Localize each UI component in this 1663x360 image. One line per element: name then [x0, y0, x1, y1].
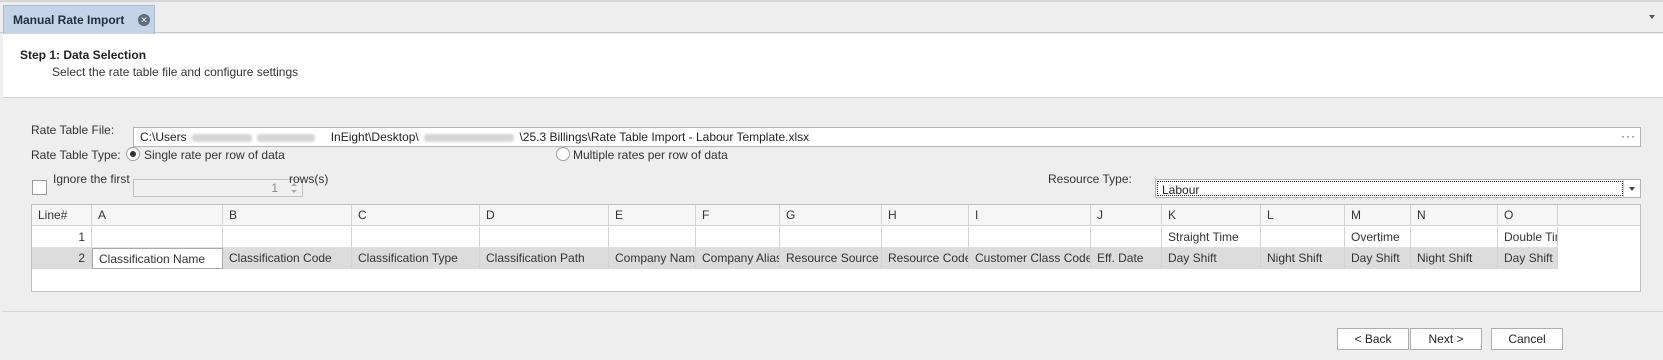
grid-cell[interactable]: Classification Type: [352, 248, 480, 269]
column-header[interactable]: K: [1162, 205, 1261, 226]
wizard-header: Step 1: Data Selection Select the rate t…: [3, 34, 1663, 98]
table-row[interactable]: 2 Classification Name Classification Code C…: [32, 248, 1558, 269]
grid-cell[interactable]: Night Shift: [1261, 248, 1345, 269]
grid-cell[interactable]: [969, 227, 1091, 248]
ignore-rows-stepper[interactable]: 1: [133, 179, 303, 197]
footer-divider: [3, 311, 1663, 312]
file-path-middle: InEight\Desktop\: [330, 130, 419, 144]
grid-cell[interactable]: Customer Class Code: [969, 248, 1091, 269]
tab-manual-rate-import[interactable]: Manual Rate Import ✕: [3, 5, 155, 34]
grid-cell[interactable]: Resource Source: [780, 248, 882, 269]
ignore-rows-value: 1: [271, 181, 278, 195]
column-header[interactable]: G: [780, 205, 882, 226]
column-header[interactable]: O: [1498, 205, 1558, 226]
line-number-cell[interactable]: 1: [32, 227, 92, 248]
column-header[interactable]: I: [969, 205, 1091, 226]
column-header[interactable]: F: [696, 205, 780, 226]
column-header[interactable]: A: [92, 205, 223, 226]
chevron-down-icon[interactable]: [1623, 180, 1640, 197]
cancel-button[interactable]: Cancel: [1491, 328, 1563, 350]
radio-single-rate[interactable]: [126, 147, 140, 161]
grid-cell[interactable]: Day Shift: [1498, 248, 1558, 269]
file-path-suffix: \25.3 Billings\Rate Table Import - Labou…: [519, 130, 810, 144]
grid-cell[interactable]: Classification Name: [92, 248, 223, 269]
ignore-first-checkbox[interactable]: [32, 180, 47, 195]
column-header[interactable]: L: [1261, 205, 1345, 226]
grid-cell[interactable]: [1091, 227, 1162, 248]
line-number-cell[interactable]: 2: [32, 248, 92, 269]
grid-cell[interactable]: [92, 227, 223, 248]
column-header[interactable]: D: [480, 205, 609, 226]
grid-cell[interactable]: Overtime: [1345, 227, 1411, 248]
back-button[interactable]: < Back: [1337, 328, 1409, 350]
grid-cell[interactable]: Classification Code: [223, 248, 352, 269]
grid-cell[interactable]: Company Name: [609, 248, 696, 269]
grid-cell[interactable]: Day Shift: [1345, 248, 1411, 269]
rate-table-file-input[interactable]: C:\Users InEight\Desktop\ \25.3 Billings…: [133, 127, 1641, 147]
radio-multiple-rates[interactable]: [556, 147, 570, 161]
file-path-prefix: C:\Users: [140, 130, 187, 144]
chevron-down-icon[interactable]: [1649, 15, 1655, 19]
browse-icon[interactable]: ···: [1621, 129, 1636, 143]
tab-label: Manual Rate Import: [13, 13, 125, 27]
data-preview-grid[interactable]: Line# A B C D E F G H I J K L M N O 1 Straight Time Overt…: [31, 204, 1641, 292]
radio-single-rate-label[interactable]: Single rate per row of data: [144, 148, 285, 162]
redacted-folder-2: [424, 133, 515, 142]
grid-cell[interactable]: [882, 227, 969, 248]
column-header[interactable]: B: [223, 205, 352, 226]
document-tab-strip: Manual Rate Import ✕: [0, 2, 1663, 34]
grid-cell[interactable]: [223, 227, 352, 248]
ignore-first-label: Ignore the first: [53, 172, 130, 186]
rows-label: rows(s): [289, 172, 329, 186]
grid-cell[interactable]: [1261, 227, 1345, 248]
grid-cell[interactable]: Resource Code: [882, 248, 969, 269]
grid-cell[interactable]: [352, 227, 480, 248]
resource-type-label: Resource Type:: [1048, 172, 1132, 186]
column-header[interactable]: J: [1091, 205, 1162, 226]
column-header[interactable]: E: [609, 205, 696, 226]
step-subtitle: Select the rate table file and configure…: [52, 65, 299, 79]
column-header-line-number[interactable]: Line#: [32, 205, 92, 226]
step-title: Step 1: Data Selection: [20, 48, 147, 62]
grid-cell[interactable]: Straight Time: [1162, 227, 1261, 248]
grid-cell[interactable]: Classification Path: [480, 248, 609, 269]
grid-cell[interactable]: Company Alias: [696, 248, 780, 269]
resource-type-select[interactable]: Labour: [1155, 179, 1641, 198]
grid-cell[interactable]: Eff. Date: [1091, 248, 1162, 269]
redacted-folder: [257, 133, 316, 142]
rate-table-file-label: Rate Table File:: [31, 123, 115, 137]
column-header[interactable]: C: [352, 205, 480, 226]
grid-cell[interactable]: Day Shift: [1162, 248, 1261, 269]
grid-cell[interactable]: [780, 227, 882, 248]
grid-header-row: Line# A B C D E F G H I J K L M N O: [32, 205, 1640, 226]
column-header[interactable]: H: [882, 205, 969, 226]
resource-type-value: Labour: [1157, 181, 1623, 197]
column-header[interactable]: M: [1345, 205, 1411, 226]
close-icon[interactable]: ✕: [138, 14, 150, 26]
redacted-username: [192, 133, 253, 142]
grid-cell[interactable]: [1411, 227, 1498, 248]
radio-multiple-rates-label[interactable]: Multiple rates per row of data: [573, 148, 728, 162]
grid-cell[interactable]: Night Shift: [1411, 248, 1498, 269]
column-header[interactable]: N: [1411, 205, 1498, 226]
next-button[interactable]: Next >: [1410, 328, 1482, 350]
spin-down-icon[interactable]: [291, 190, 297, 193]
grid-cell[interactable]: [696, 227, 780, 248]
grid-cell[interactable]: [609, 227, 696, 248]
grid-cell[interactable]: Double Tim: [1498, 227, 1558, 248]
rate-table-type-label: Rate Table Type:: [31, 148, 121, 162]
grid-cell[interactable]: [480, 227, 609, 248]
table-row[interactable]: 1 Straight Time Overtime Double Tim: [32, 227, 1558, 248]
